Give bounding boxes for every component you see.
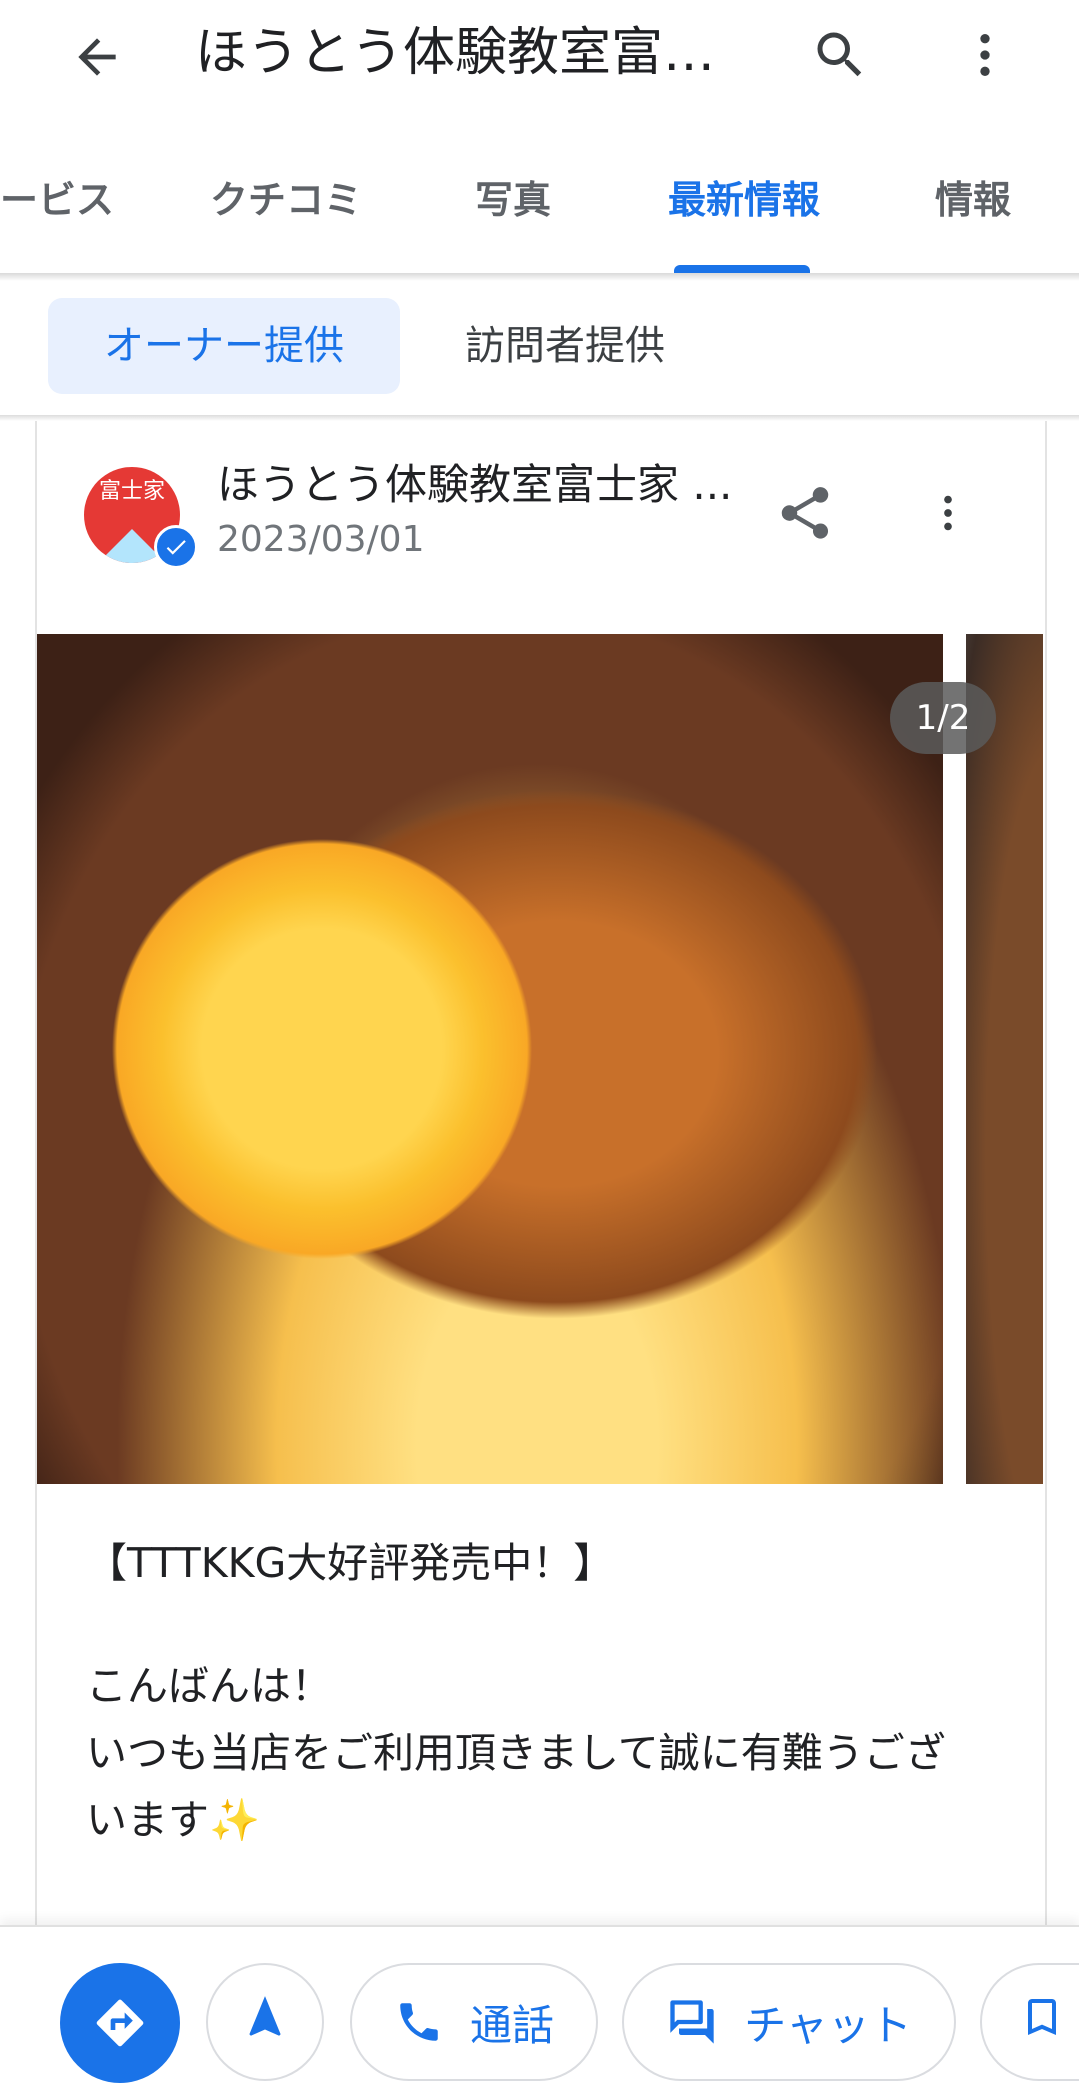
back-arrow-icon[interactable] — [62, 22, 132, 92]
directions-button[interactable] — [60, 1963, 180, 2083]
more-vert-icon[interactable] — [950, 20, 1020, 90]
next-photo-preview[interactable] — [966, 634, 1043, 1484]
visitor-filter-chip[interactable]: 訪問者提供 — [440, 298, 690, 394]
tab-reviews[interactable]: クチコミ — [210, 160, 362, 272]
post-author[interactable]: ほうとう体験教室富士家 ... — [217, 455, 732, 515]
phone-icon — [394, 1997, 444, 2047]
tab-updates[interactable]: 最新情報 — [668, 160, 820, 272]
post-greeting: こんばんは！ — [86, 1662, 332, 1710]
post-date: 2023/03/01 — [217, 519, 425, 560]
tab-bar: ービス クチコミ 写真 最新情報 情報 — [0, 160, 1079, 272]
owner-filter-chip[interactable]: オーナー提供 — [48, 298, 400, 394]
search-icon[interactable] — [805, 20, 875, 90]
active-tab-indicator — [674, 265, 810, 273]
tabs-divider — [0, 273, 1079, 281]
tab-services[interactable]: ービス — [0, 160, 114, 272]
tab-photos[interactable]: 写真 — [475, 160, 551, 272]
bookmark-icon — [1018, 1993, 1066, 2051]
post-photo[interactable] — [37, 634, 943, 1484]
post-line: います✨ — [86, 1796, 261, 1844]
page-title: ほうとう体験教室富… — [195, 23, 716, 83]
call-label: 通話 — [469, 2000, 554, 2050]
chat-button[interactable]: チャット — [622, 1963, 956, 2081]
post-body: 【TTTKKG大好評発売中！】 こんばんは！ いつも当店をご利用頂きまして誠に有… — [86, 1530, 986, 1854]
chat-label: チャット — [744, 2000, 912, 2050]
photo-counter: 1/2 — [890, 682, 996, 754]
chat-icon — [666, 1996, 718, 2048]
navigation-arrow-icon — [240, 1992, 290, 2052]
verified-check-icon — [154, 525, 198, 569]
avatar-logo-text: 富士家 — [98, 479, 165, 504]
tab-about[interactable]: 情報 — [935, 160, 1011, 272]
post-more-icon[interactable] — [925, 478, 971, 548]
call-button[interactable]: 通話 — [350, 1963, 598, 2081]
post-line: いつも当店をご利用頂きまして誠に有難うござ — [86, 1729, 946, 1777]
share-icon[interactable] — [765, 478, 845, 548]
post-headline: 【TTTKKG大好評発売中！】 — [86, 1539, 615, 1587]
start-navigation-button[interactable] — [206, 1963, 324, 2081]
